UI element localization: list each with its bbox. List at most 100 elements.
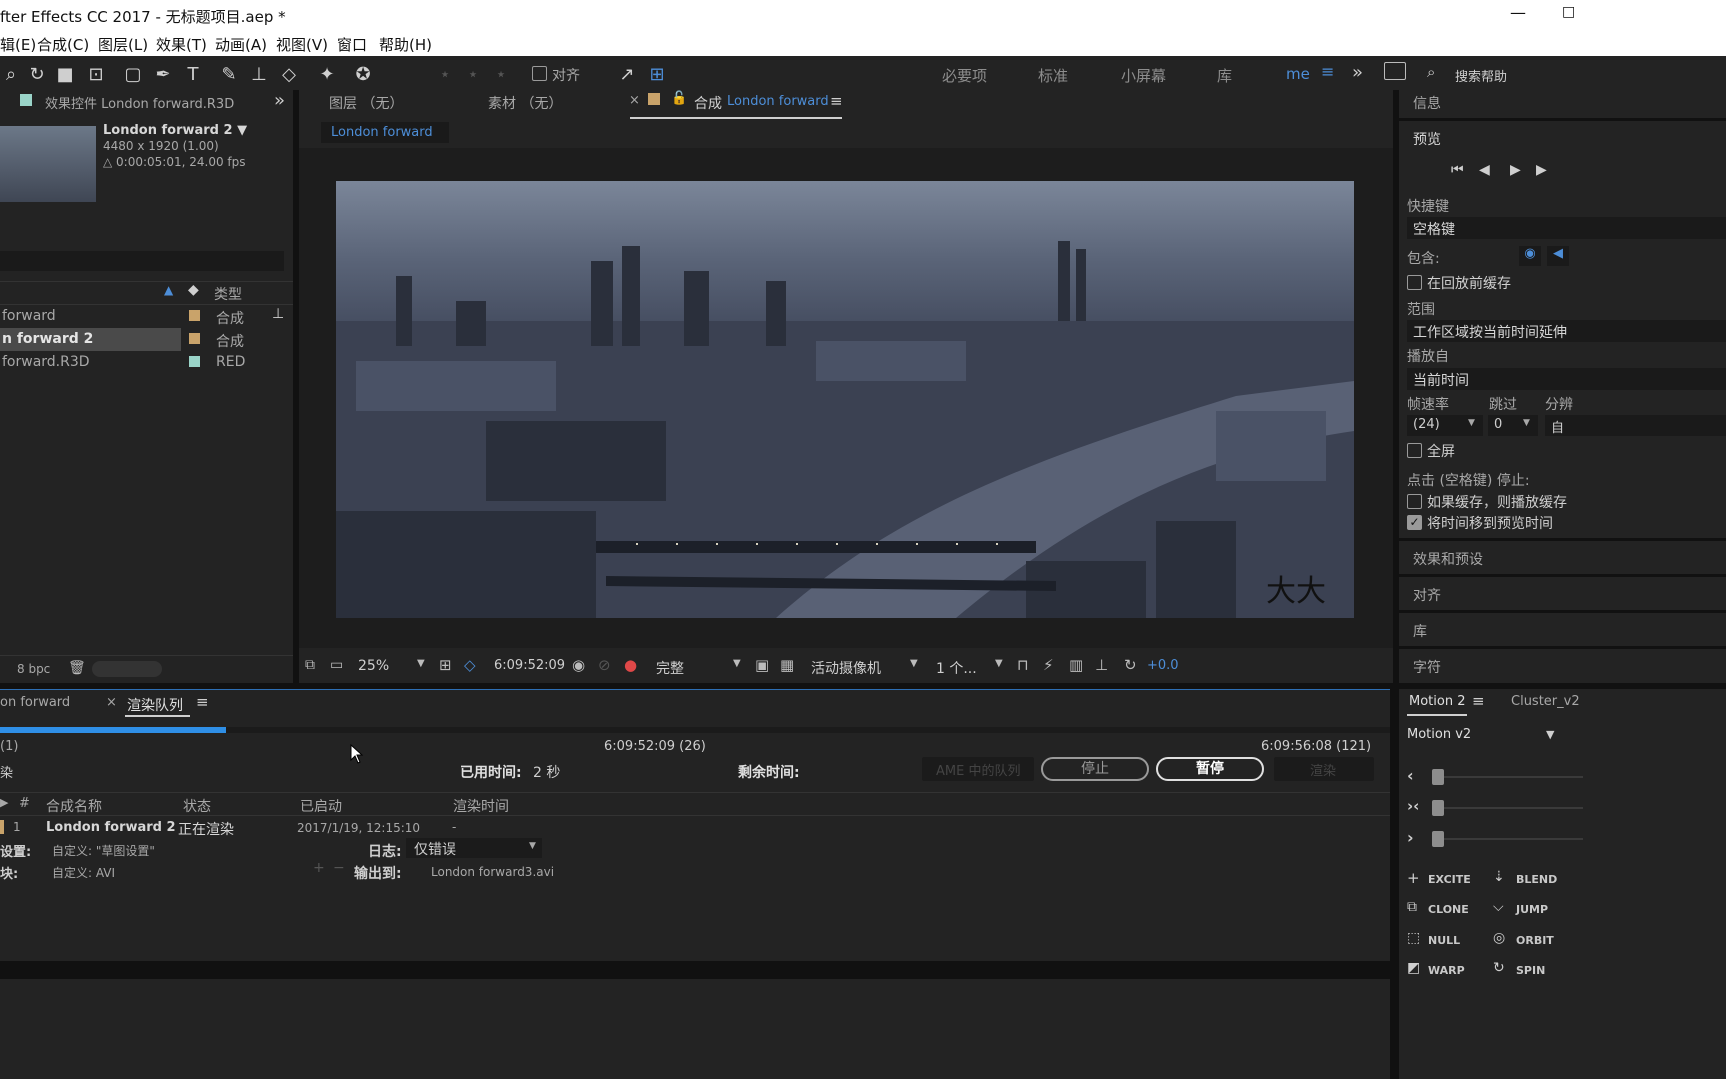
play-from-dropdown[interactable]: 当前时间 (1407, 368, 1726, 390)
bit-depth-button[interactable]: 8 bpc (17, 662, 50, 676)
slider-track[interactable] (1438, 807, 1583, 809)
rotate-tool-icon[interactable]: ↻ (26, 63, 48, 85)
include-video-eye-icon[interactable]: ◉ (1519, 246, 1541, 266)
camera-view-dropdown[interactable]: 活动摄像机 (811, 658, 881, 678)
render-queue-item[interactable]: 1 London forward 2 正在渲染 2017/1/19, 12:15… (0, 817, 1370, 839)
camera-tool-icon[interactable]: ■ (54, 63, 76, 85)
menu-animation[interactable]: 动画(A) (215, 34, 267, 55)
close-tab-icon[interactable]: × (629, 93, 640, 108)
col-comp-name[interactable]: 合成名称 (46, 796, 102, 816)
puppet-pin-tool-icon[interactable]: ✪ (352, 63, 374, 85)
workspace-small-screen[interactable]: 小屏幕 (1121, 65, 1166, 86)
maximize-button[interactable]: □ (1562, 4, 1575, 20)
eraser-tool-icon[interactable]: ◇ (278, 63, 300, 85)
col-number[interactable]: # (19, 796, 30, 811)
clone-button[interactable]: ⧉ CLONE (1407, 899, 1497, 919)
workspace-standard[interactable]: 标准 (1038, 65, 1068, 86)
clone-stamp-tool-icon[interactable]: ⊥ (248, 63, 270, 85)
blend-button[interactable]: ⇣ BLEND (1493, 869, 1583, 889)
next-frame-icon[interactable]: ▶ (1536, 162, 1547, 178)
type-column-header[interactable]: 类型 (214, 284, 242, 304)
output-file-link[interactable]: London forward3.avi (431, 865, 554, 879)
previous-frame-icon[interactable]: ◀ (1479, 162, 1490, 178)
reset-exposure-icon[interactable]: ↻ (1124, 656, 1137, 674)
library-panel-header[interactable]: 库 (1413, 621, 1427, 641)
align-panel-header[interactable]: 对齐 (1413, 585, 1441, 605)
pixel-aspect-icon[interactable]: ⊓ (1017, 656, 1029, 674)
menu-composition[interactable]: 合成(C) (37, 34, 89, 55)
workspace-toggle-icon[interactable] (1384, 62, 1406, 80)
motion-preset-dropdown[interactable]: Motion v2 ▼ (1407, 725, 1558, 747)
channel-rgb-icon[interactable]: ● (624, 656, 637, 674)
character-panel-header[interactable]: 字符 (1413, 657, 1441, 677)
menu-help[interactable]: 帮助(H) (379, 34, 432, 55)
rectangle-tool-icon[interactable]: ▢ (122, 63, 144, 85)
transparency-grid-icon[interactable]: ▦ (780, 656, 794, 674)
menu-window[interactable]: 窗口 (337, 34, 367, 55)
flowchart-icon[interactable]: ⊥ (1095, 656, 1108, 674)
zoom-tool-icon[interactable]: ⌕ (0, 63, 22, 85)
minimize-button[interactable]: — (1510, 3, 1526, 22)
col-status[interactable]: 状态 (183, 796, 211, 816)
orbit-button[interactable]: ◎ ORBIT (1493, 930, 1583, 950)
workspace-menu-icon[interactable]: ≡ (1321, 62, 1334, 81)
view-layout-dropdown[interactable]: 1 个... (936, 658, 977, 678)
flowchart-icon[interactable]: ⊥ (272, 306, 284, 322)
pan-behind-tool-icon[interactable]: ⊡ (85, 63, 107, 85)
panel-menu-icon[interactable]: ≡ (196, 693, 209, 711)
slider-track[interactable] (1438, 776, 1583, 778)
menu-view[interactable]: 视图(V) (276, 34, 328, 55)
panel-menu-icon[interactable]: ≡ (830, 92, 843, 110)
slider-thumb[interactable] (1432, 769, 1444, 785)
cache-before-playback-checkbox[interactable] (1407, 275, 1422, 290)
label-color-swatch[interactable] (0, 820, 4, 834)
thumbnail-slider[interactable] (92, 661, 162, 677)
project-row[interactable]: forward.R3D RED (0, 351, 270, 375)
spin-button[interactable]: ↻ SPIN (1493, 960, 1583, 980)
preview-panel-header[interactable]: 预览 (1413, 129, 1441, 149)
remove-output-icon[interactable]: − (333, 860, 345, 876)
fast-preview-icon[interactable]: ⚡ (1043, 656, 1054, 674)
brush-tool-icon[interactable]: ✎ (218, 63, 240, 85)
null-button[interactable]: ⬚ NULL (1407, 930, 1497, 950)
log-dropdown[interactable]: 仅错误 ▼ (406, 838, 542, 858)
zoom-dropdown[interactable]: 25% (358, 658, 389, 674)
close-tab-icon[interactable]: × (106, 695, 117, 710)
info-panel-header[interactable]: 信息 (1413, 93, 1441, 113)
always-preview-icon[interactable]: ⧉ (305, 657, 315, 673)
col-render-time[interactable]: 渲染时间 (453, 796, 509, 816)
mask-visibility-icon[interactable]: ◇ (464, 656, 476, 674)
fullscreen-checkbox[interactable] (1407, 443, 1422, 458)
if-cached-checkbox[interactable] (1407, 494, 1422, 509)
project-item-name[interactable]: London forward 2 ▼ (103, 123, 247, 138)
exposure-value[interactable]: +0.0 (1147, 658, 1179, 673)
tab-footage[interactable]: 素材 （无） (488, 93, 562, 113)
monitor-icon[interactable]: ▭ (330, 657, 343, 673)
label-color-swatch[interactable] (189, 356, 200, 367)
shortcut-dropdown[interactable]: 空格键 (1407, 217, 1726, 239)
chevron-down-icon[interactable]: ▼ (995, 658, 1003, 669)
tab-composition-prefix[interactable]: 合成 (694, 93, 722, 113)
snapshot-camera-icon[interactable]: ◉ (572, 656, 585, 674)
chevron-down-icon[interactable]: ▼ (733, 658, 741, 669)
comp-preview-image[interactable]: 大大 (336, 181, 1354, 618)
pause-render-button[interactable]: 暂停 (1156, 757, 1264, 781)
resolution-dropdown[interactable]: 完整 (656, 658, 684, 678)
panel-menu-icon[interactable]: ≡ (1472, 692, 1485, 710)
stop-render-button[interactable]: 停止 (1041, 757, 1149, 781)
jump-button[interactable]: ⌵ JUMP (1493, 899, 1583, 919)
panel-expand-icon[interactable]: » (274, 90, 285, 111)
play-icon[interactable]: ▶ (1510, 162, 1521, 178)
frame-rate-dropdown[interactable]: (24) ▼ (1407, 415, 1483, 436)
col-started[interactable]: 已启动 (300, 796, 342, 816)
tab-layer[interactable]: 图层 （无） (329, 93, 403, 113)
region-of-interest-icon[interactable]: ▣ (755, 656, 769, 674)
workspace-me[interactable]: me (1286, 65, 1310, 83)
menu-layer[interactable]: 图层(L) (98, 34, 148, 55)
tab-cluster-v2[interactable]: Cluster_v2 (1511, 694, 1580, 709)
workspace-library[interactable]: 库 (1217, 65, 1232, 86)
warp-button[interactable]: ◩ WARP (1407, 960, 1497, 980)
workspace-more-icon[interactable]: » (1352, 62, 1363, 83)
expand-all-icon[interactable]: ▶ (0, 796, 8, 809)
comp-subtab[interactable]: London forward (321, 122, 449, 143)
